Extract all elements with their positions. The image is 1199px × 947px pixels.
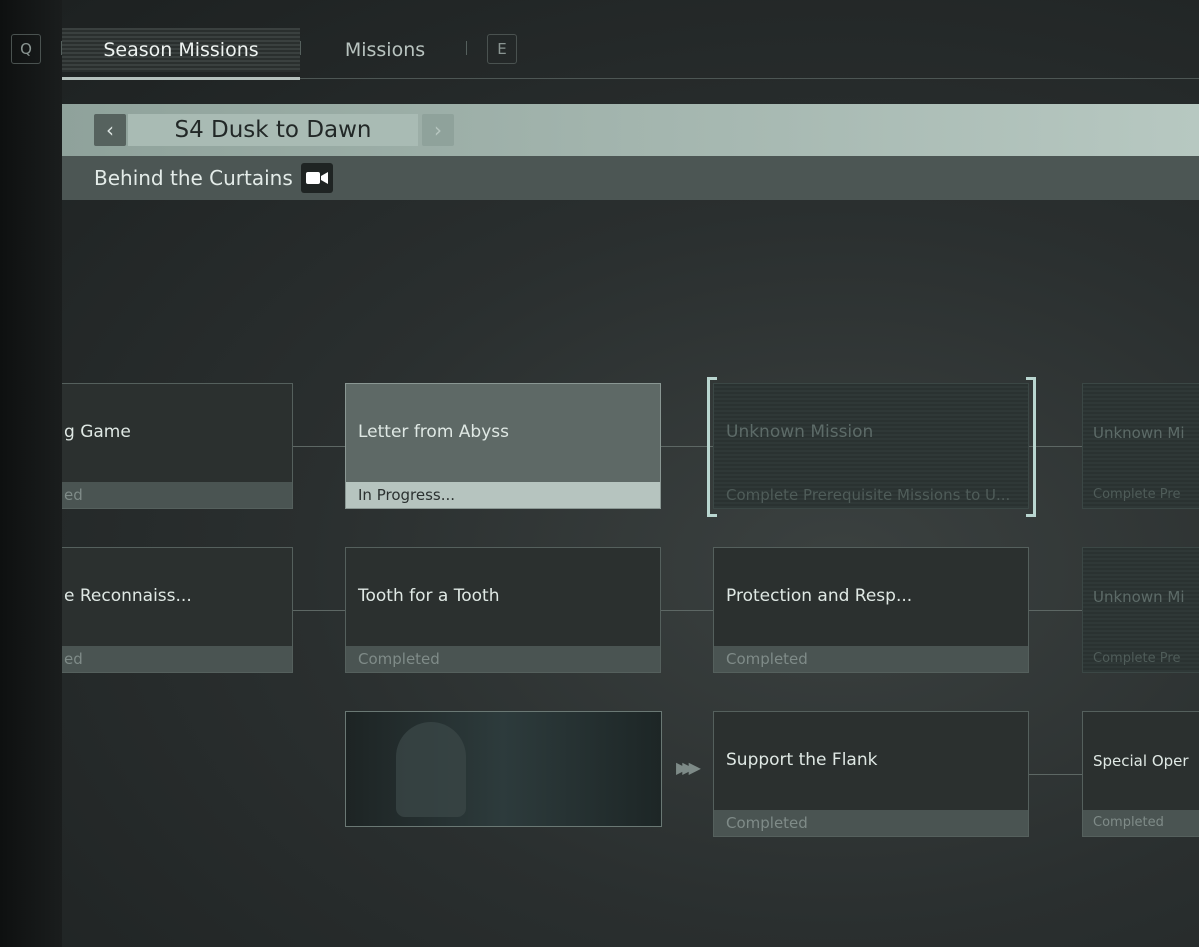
tab-underline — [300, 78, 1199, 79]
cutscene-video-thumbnail[interactable] — [345, 711, 662, 827]
mission-title: Unknown Mi — [1093, 588, 1185, 606]
connector — [293, 610, 345, 611]
tab-divider — [466, 41, 467, 55]
mission-card-unknown[interactable]: Unknown Mission Complete Prerequisite Mi… — [713, 383, 1029, 509]
chapter-header: Behind the Curtains — [62, 156, 1199, 200]
prev-tab-key[interactable]: Q — [11, 34, 41, 64]
mission-status: Complete Prerequisite Missions to U... — [726, 486, 1011, 504]
chevron-right-icon[interactable]: › — [422, 114, 454, 146]
selection-bracket-left — [707, 377, 717, 517]
mission-status: In Progress... — [346, 482, 660, 508]
mission-card-support-the-flank[interactable]: Support the Flank Completed — [713, 711, 1029, 837]
fast-forward-arrow-icon: ▶▶▶ — [676, 758, 701, 777]
mission-card-special-ops[interactable]: Special Oper Completed — [1082, 711, 1199, 837]
mission-title: e Reconnaiss... — [64, 586, 192, 606]
tab-missions[interactable]: Missions — [310, 28, 460, 72]
season-name: S4 Dusk to Dawn — [128, 114, 418, 146]
mission-title: Letter from Abyss — [358, 422, 509, 442]
connector — [293, 446, 345, 447]
mission-title: Special Oper — [1093, 752, 1189, 770]
left-edge — [0, 0, 62, 947]
mission-status: Completed — [714, 810, 1028, 836]
tab-divider — [300, 41, 301, 55]
mission-card-letter-from-abyss[interactable]: Letter from Abyss In Progress... — [345, 383, 661, 509]
connector — [1029, 610, 1082, 611]
mission-status: Completed — [1083, 810, 1199, 836]
mission-card-protection[interactable]: Protection and Resp... Completed — [713, 547, 1029, 673]
mission-card-tooth-for-a-tooth[interactable]: Tooth for a Tooth Completed — [345, 547, 661, 673]
selection-bracket-right — [1026, 377, 1036, 517]
mission-status: Complete Pre — [1093, 651, 1181, 666]
mission-card[interactable]: e Reconnaiss... ed — [62, 547, 293, 673]
mission-status: ed — [62, 646, 292, 672]
mission-title: Protection and Resp... — [726, 586, 913, 606]
next-tab-key[interactable]: E — [487, 34, 517, 64]
connector — [661, 610, 713, 611]
connector — [1029, 774, 1082, 775]
mission-status: Complete Pre — [1093, 487, 1181, 502]
mission-title: Support the Flank — [726, 750, 878, 770]
mission-title: Unknown Mi — [1093, 424, 1185, 442]
mission-title: Unknown Mission — [726, 422, 874, 442]
mission-title: Tooth for a Tooth — [358, 586, 500, 606]
mission-status: Completed — [714, 646, 1028, 672]
chevron-left-icon[interactable]: ‹ — [94, 114, 126, 146]
video-figure — [396, 722, 466, 817]
mission-status: Completed — [346, 646, 660, 672]
mission-card[interactable]: g Game ed — [62, 383, 293, 509]
mission-status: ed — [62, 482, 292, 508]
mission-title: g Game — [64, 422, 131, 442]
mission-card-unknown[interactable]: Unknown Mi Complete Pre — [1082, 547, 1199, 673]
chapter-title: Behind the Curtains — [94, 166, 293, 190]
season-selector: ‹ S4 Dusk to Dawn › — [62, 104, 1199, 156]
mission-card-unknown[interactable]: Unknown Mi Complete Pre — [1082, 383, 1199, 509]
tab-season-missions[interactable]: Season Missions — [62, 28, 300, 80]
video-camera-icon[interactable] — [300, 163, 333, 193]
connector — [661, 446, 713, 447]
connector — [1029, 446, 1082, 447]
